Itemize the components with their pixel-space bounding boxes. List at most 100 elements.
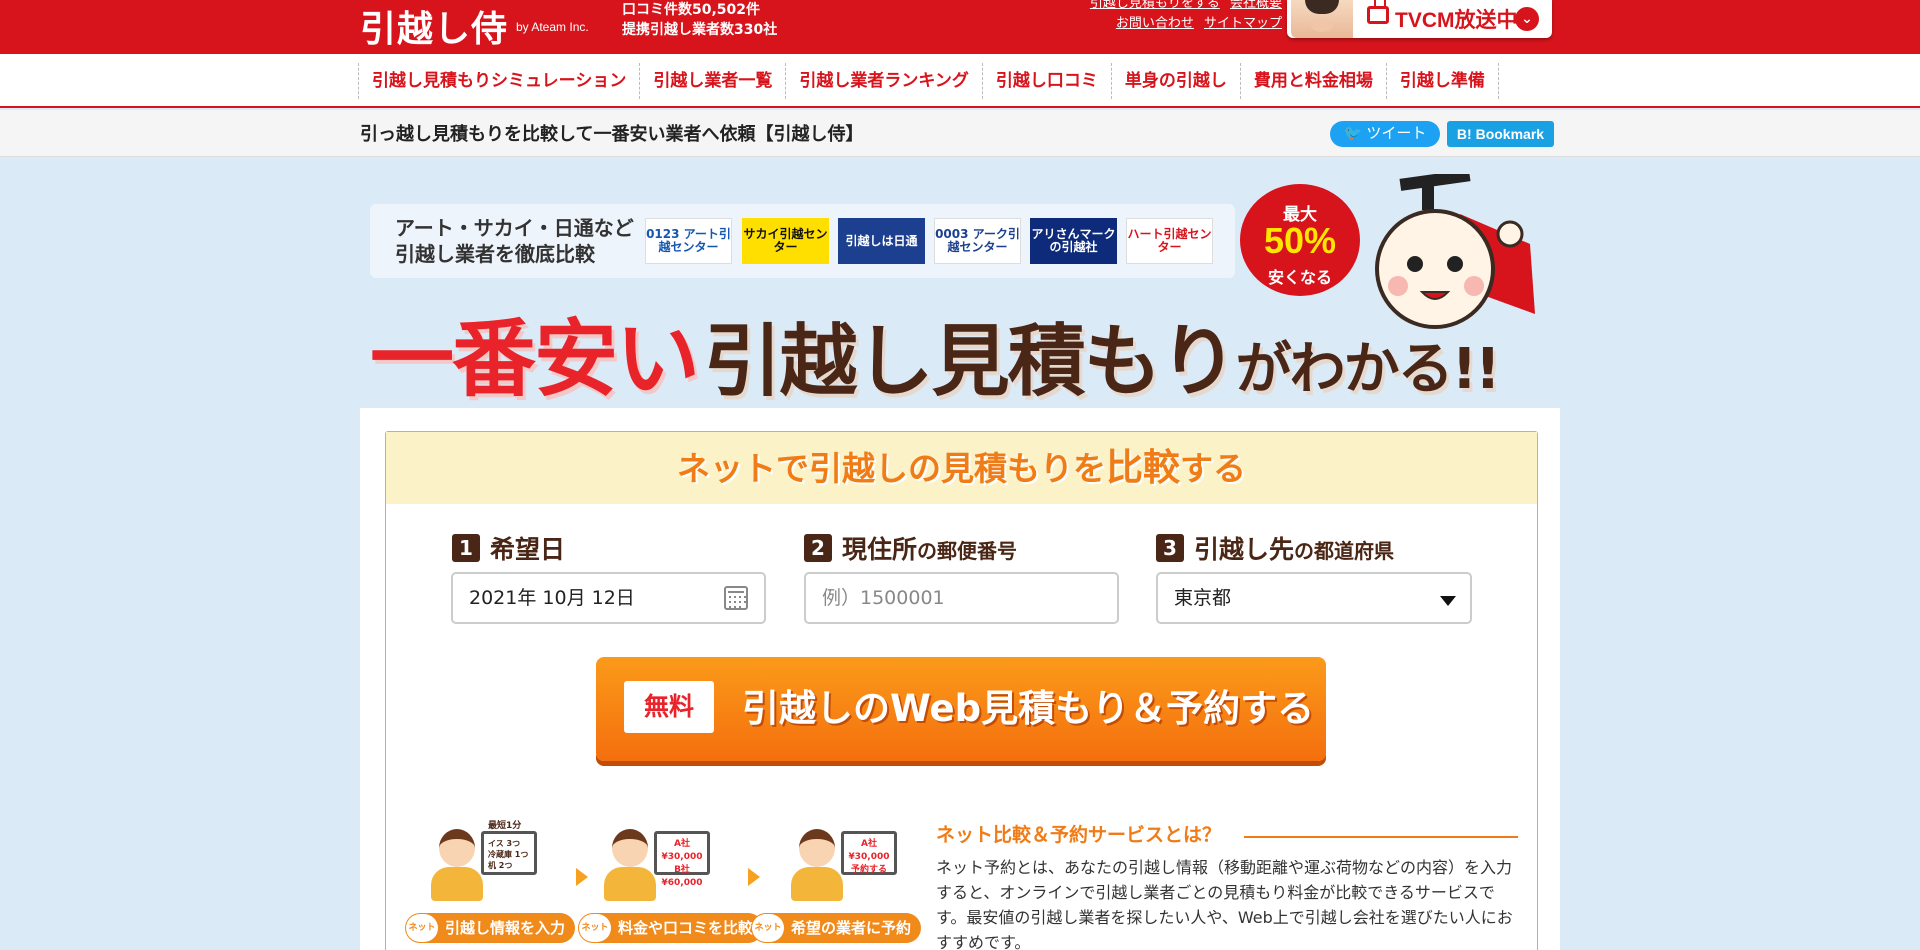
logo-heart: ハート引越センター bbox=[1126, 218, 1213, 264]
dropdown-arrow-icon bbox=[1440, 596, 1456, 606]
monitor-icon: A社 ¥30,000 予約する bbox=[841, 831, 897, 875]
free-badge: 無料 bbox=[624, 681, 714, 733]
step-caption-input: 引越し情報を入力 bbox=[405, 913, 576, 943]
step2-number: 2 bbox=[804, 534, 832, 562]
person-icon bbox=[439, 829, 475, 867]
badge-line3: 安くなる bbox=[1267, 268, 1332, 287]
headline-tail: がわかる!! bbox=[1235, 337, 1501, 402]
screen-item-2: 冷蔵庫 1つ bbox=[488, 850, 529, 859]
site-stats: 口コミ件数50,502件 提携引越し業者数330社 bbox=[622, 0, 777, 40]
person-body bbox=[791, 867, 843, 901]
move-date-value: 2021年 10月 12日 bbox=[469, 587, 635, 609]
form-title-c: する bbox=[1180, 449, 1246, 488]
review-count: 口コミ件数50,502件 bbox=[622, 2, 761, 18]
discount-badge: 最大 50% 安くなる bbox=[1240, 184, 1360, 296]
tweet-label: ツイート bbox=[1366, 125, 1427, 142]
person-icon bbox=[799, 829, 835, 867]
nav-item-company-list[interactable]: 引越し業者一覧 bbox=[639, 63, 785, 99]
nav-item-simulation[interactable]: 引越し見積もりシミュレーション bbox=[358, 63, 639, 99]
cta-label: 引越しのWeb見積もり＆予約する bbox=[742, 687, 1315, 730]
title-bar: 引っ越し見積もりを比較して一番安い業者へ依頼【引越し侍】 🐦 ツイート B! B… bbox=[0, 110, 1920, 157]
twitter-bird-icon: 🐦 bbox=[1343, 125, 1363, 142]
step1-text: 希望日 bbox=[490, 535, 566, 564]
link-estimate[interactable]: 引越し見積もりをする bbox=[1090, 0, 1220, 11]
tvcm-label: TVCM放送中 bbox=[1395, 9, 1518, 32]
logo-hikkoshisha: アリさんマークの引越社 bbox=[1030, 218, 1117, 264]
nav-item-single-move[interactable]: 単身の引越し bbox=[1110, 63, 1240, 99]
logo-art: 0123 アート引越センター bbox=[645, 218, 732, 264]
companies-line1: アート・サカイ・日通など bbox=[395, 216, 634, 240]
step1-number: 1 bbox=[452, 534, 480, 562]
service-info-body: ネット予約とは、あなたの引越し情報（移動距離や運ぶ荷物などの内容）を入力すると、… bbox=[936, 858, 1513, 950]
form-title-a: ネットで引越しの見積もりを bbox=[677, 449, 1106, 488]
shortest-badge: 最短1分 bbox=[488, 821, 522, 831]
web-estimate-button[interactable]: 無料 引越しのWeb見積もり＆予約する bbox=[596, 657, 1326, 761]
screen-price: ¥30,000 bbox=[848, 852, 890, 862]
step3-text-b: の都道府県 bbox=[1294, 539, 1395, 563]
companies-text: アート・サカイ・日通など 引越し業者を徹底比較 bbox=[395, 215, 634, 267]
step3-number: 3 bbox=[1156, 534, 1184, 562]
service-info-title: ネット比較＆予約サービスとは？ bbox=[936, 824, 1222, 846]
form-title-b: 比較 bbox=[1106, 446, 1180, 489]
monitor-icon: イス 3つ 冷蔵庫 1つ 机 2つ bbox=[481, 831, 537, 875]
calendar-icon[interactable] bbox=[724, 586, 748, 610]
tv-icon bbox=[1367, 6, 1389, 24]
nav-item-pricing[interactable]: 費用と料金相場 bbox=[1239, 63, 1386, 99]
person-icon bbox=[612, 829, 648, 867]
postal-code-input[interactable] bbox=[822, 587, 1062, 609]
logo-ark: 0003 アーク引越センター bbox=[934, 218, 1021, 264]
prefecture-value: 東京都 bbox=[1174, 587, 1232, 609]
tvcm-button[interactable]: TVCM放送中 ⌄ bbox=[1287, 0, 1552, 38]
companies-banner: アート・サカイ・日通など 引越し業者を徹底比較 0123 アート引越センター サ… bbox=[370, 204, 1235, 278]
divider bbox=[1244, 836, 1518, 838]
person-body bbox=[431, 867, 483, 901]
page-title: 引っ越し見積もりを比較して一番安い業者へ依頼【引越し侍】 bbox=[360, 124, 864, 145]
step-illustration-input: イス 3つ 冷蔵庫 1つ 机 2つ bbox=[425, 823, 537, 903]
link-contact[interactable]: お問い合わせ bbox=[1116, 16, 1194, 31]
nav-item-ranking[interactable]: 引越し業者ランキング bbox=[785, 63, 982, 99]
headline-estimate: 引越し見積もり bbox=[703, 317, 1238, 407]
nav-item-reviews[interactable]: 引越し口コミ bbox=[981, 63, 1111, 99]
chevron-down-icon: ⌄ bbox=[1515, 7, 1539, 31]
step3-label: 3 引越し先の都道府県 bbox=[1156, 530, 1394, 566]
top-header: 引越し侍 by Ateam Inc. 口コミ件数50,502件 提携引越し業者数… bbox=[0, 0, 1920, 54]
link-sitemap[interactable]: サイトマップ bbox=[1204, 16, 1282, 31]
step-illustration-reserve: A社 ¥30,000 予約する bbox=[785, 823, 897, 903]
logo-nittsu: 引越しは日通 bbox=[838, 218, 925, 264]
arrow-right-icon bbox=[748, 868, 760, 886]
screen-reserve: 予約する bbox=[850, 865, 887, 875]
nav-list: 引越し見積もりシミュレーション 引越し業者一覧 引越し業者ランキング 引越し口コ… bbox=[358, 63, 1499, 99]
site-logo[interactable]: 引越し侍 bbox=[360, 0, 508, 52]
main-nav: 引越し見積もりシミュレーション 引越し業者一覧 引越し業者ランキング 引越し口コ… bbox=[0, 54, 1920, 108]
badge-percent: 50% bbox=[1263, 220, 1337, 261]
step2-text-a: 現住所 bbox=[842, 535, 918, 564]
link-company[interactable]: 会社概要 bbox=[1230, 0, 1282, 11]
tweet-button[interactable]: 🐦 ツイート bbox=[1330, 121, 1440, 147]
hero-headline: 一番安い 引越し見積もりがわかる!! bbox=[370, 292, 1501, 413]
prefecture-select[interactable]: 東京都 bbox=[1156, 572, 1472, 624]
arrow-right-icon bbox=[576, 868, 588, 886]
form-title: ネットで引越しの見積もりを比較する bbox=[677, 446, 1246, 489]
screen-item-3: 机 2つ bbox=[488, 861, 513, 870]
step3-text-a: 引越し先 bbox=[1194, 535, 1295, 564]
partner-count: 提携引越し業者数330社 bbox=[622, 22, 778, 38]
step-caption-compare: 料金や口コミを比較 bbox=[578, 913, 764, 943]
companies-line2: 引越し業者を徹底比較 bbox=[395, 242, 595, 266]
person-body bbox=[604, 867, 656, 901]
logo-byline: by Ateam Inc. bbox=[516, 20, 589, 34]
form-header: ネットで引越しの見積もりを比較する bbox=[386, 432, 1537, 504]
postal-code-field[interactable] bbox=[804, 572, 1119, 624]
nav-item-preparation[interactable]: 引越し準備 bbox=[1385, 63, 1498, 99]
screen-item-1: イス 3つ bbox=[488, 839, 521, 848]
screen-price-a: A社 ¥30,000 bbox=[661, 839, 703, 862]
headline-cheapest: 一番安い bbox=[370, 310, 700, 408]
hatena-bookmark-button[interactable]: B! Bookmark bbox=[1447, 121, 1554, 147]
screen-company: A社 bbox=[861, 839, 877, 849]
step2-text-b: の郵便番号 bbox=[917, 539, 1018, 563]
step1-label: 1 希望日 bbox=[452, 530, 565, 566]
move-date-field[interactable]: 2021年 10月 12日 bbox=[451, 572, 766, 624]
screen-price-b: B社 ¥60,000 bbox=[661, 865, 703, 888]
step-caption-reserve: 希望の業者に予約 bbox=[751, 913, 922, 943]
step2-label: 2 現住所の郵便番号 bbox=[804, 530, 1017, 566]
header-links: 引越し見積もりをする 会社概要 お問い合わせ サイトマップ bbox=[1070, 0, 1282, 34]
